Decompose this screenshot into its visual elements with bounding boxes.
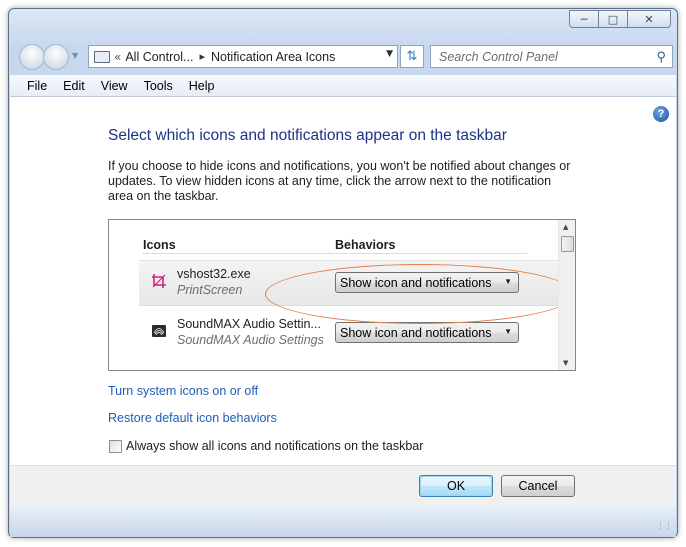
close-icon: ✕ bbox=[644, 12, 654, 26]
recent-pages-dropdown-icon[interactable]: ▼ bbox=[72, 51, 78, 60]
column-header-icons: Icons bbox=[143, 238, 176, 252]
ok-button[interactable]: OK bbox=[419, 475, 493, 497]
turn-system-icons-link[interactable]: Turn system icons on or off bbox=[108, 384, 258, 398]
icons-list[interactable]: Icons Behaviors vshost32.exe PrintScreen… bbox=[108, 219, 576, 371]
status-bar: ⋮⋮ bbox=[10, 505, 676, 537]
refresh-icon: ⇅ bbox=[406, 49, 418, 64]
page-description: If you choose to hide icons and notifica… bbox=[108, 159, 571, 203]
restore-defaults-link[interactable]: Restore default icon behaviors bbox=[108, 411, 277, 425]
navigation-bar: ▼ « All Control... ▸ Notification Area I… bbox=[15, 41, 673, 71]
maximize-button[interactable]: □ bbox=[598, 10, 628, 28]
always-show-all-checkbox[interactable] bbox=[109, 439, 122, 453]
dialog-footer: OK Cancel bbox=[10, 465, 676, 505]
cancel-button[interactable]: Cancel bbox=[501, 475, 575, 497]
forward-button[interactable] bbox=[43, 44, 69, 70]
control-panel-icon bbox=[94, 50, 110, 63]
menu-bar: File Edit View Tools Help bbox=[10, 75, 676, 97]
menu-help[interactable]: Help bbox=[181, 79, 223, 93]
content-pane: ? Select which icons and notifications a… bbox=[10, 97, 676, 465]
search-input[interactable]: Search Control Panel ⚲ bbox=[430, 45, 673, 68]
menu-edit[interactable]: Edit bbox=[55, 79, 93, 93]
scrollbar-thumb[interactable] bbox=[561, 236, 574, 252]
minimize-icon: ─ bbox=[580, 12, 588, 26]
highlight-annotation bbox=[265, 264, 575, 324]
scroll-up-icon[interactable]: ▲ bbox=[563, 223, 568, 231]
chevron-down-icon: ▼ bbox=[504, 327, 512, 336]
breadcrumb-overflow-icon[interactable]: « bbox=[114, 50, 121, 64]
search-icon[interactable]: ⚲ bbox=[656, 49, 666, 65]
help-icon[interactable]: ? bbox=[653, 106, 669, 122]
menu-file[interactable]: File bbox=[10, 79, 55, 93]
item-subtitle: SoundMAX Audio Settings bbox=[177, 333, 324, 347]
list-header: Icons Behaviors bbox=[143, 237, 527, 254]
crop-icon bbox=[152, 274, 166, 288]
behavior-value: Show icon and notifications bbox=[340, 325, 492, 340]
search-placeholder: Search Control Panel bbox=[439, 49, 558, 64]
item-subtitle: PrintScreen bbox=[177, 283, 243, 297]
address-dropdown-icon[interactable]: ▼ bbox=[386, 49, 393, 59]
page-title: Select which icons and notifications app… bbox=[108, 127, 507, 144]
always-show-all-option[interactable]: Always show all icons and notifications … bbox=[109, 439, 423, 453]
list-scrollbar[interactable]: ▲ ▼ bbox=[558, 220, 575, 370]
item-title: SoundMAX Audio Settin... bbox=[177, 317, 321, 331]
close-button[interactable]: ✕ bbox=[627, 10, 671, 28]
address-bar[interactable]: « All Control... ▸ Notification Area Ico… bbox=[88, 45, 398, 68]
caption-buttons: ─ □ ✕ bbox=[569, 10, 671, 28]
breadcrumb-arrow-icon[interactable]: ▸ bbox=[199, 50, 205, 63]
maximize-icon: □ bbox=[607, 12, 619, 26]
breadcrumb-all-control-panel[interactable]: All Control... bbox=[125, 50, 193, 64]
minimize-button[interactable]: ─ bbox=[569, 10, 599, 28]
notification-area-icons-window: ─ □ ✕ ▼ « All Control... ▸ Notification … bbox=[8, 8, 678, 538]
menu-view[interactable]: View bbox=[93, 79, 136, 93]
scroll-down-icon[interactable]: ▼ bbox=[563, 359, 568, 367]
column-header-behaviors: Behaviors bbox=[335, 238, 396, 252]
refresh-button[interactable]: ⇅ bbox=[400, 45, 424, 68]
always-show-all-label[interactable]: Always show all icons and notifications … bbox=[126, 439, 423, 453]
audio-icon bbox=[152, 325, 166, 337]
breadcrumb-current[interactable]: Notification Area Icons bbox=[211, 50, 335, 64]
item-title: vshost32.exe bbox=[177, 267, 251, 281]
back-button[interactable] bbox=[19, 44, 45, 70]
resize-grip-icon[interactable]: ⋮⋮ bbox=[656, 521, 673, 531]
menu-tools[interactable]: Tools bbox=[136, 79, 181, 93]
behavior-dropdown[interactable]: Show icon and notifications ▼ bbox=[335, 322, 519, 343]
